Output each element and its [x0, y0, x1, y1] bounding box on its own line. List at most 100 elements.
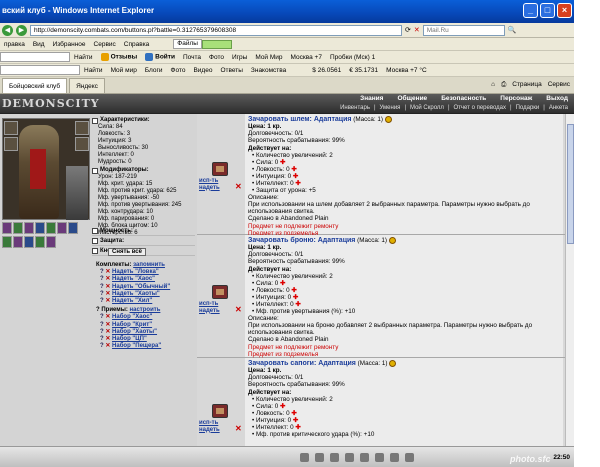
subnav-profile[interactable]: Анкета [549, 105, 568, 111]
tray-icon[interactable] [405, 452, 414, 462]
scroll-thumb[interactable] [567, 124, 574, 244]
mail-button[interactable]: Почта [179, 54, 205, 61]
delete-icon[interactable]: ✕ [105, 343, 110, 349]
find-button[interactable]: Найти [70, 54, 97, 61]
tray-icon[interactable] [390, 452, 399, 462]
weapon-slot[interactable] [4, 121, 18, 135]
delete-icon[interactable]: ✕ [105, 269, 110, 275]
menu-favorites[interactable]: Избранное [49, 41, 90, 48]
dating-link[interactable]: Знакомства [247, 67, 290, 74]
back-icon[interactable]: ◀ [2, 24, 13, 36]
nav-character[interactable]: Персонаж [500, 95, 532, 102]
question-icon[interactable]: ? [100, 314, 104, 320]
files-dropdown[interactable]: Файлы [173, 39, 202, 49]
blogs-link[interactable]: Блоги [141, 67, 167, 74]
photo-link[interactable]: Фото [167, 67, 190, 74]
page-menu[interactable]: Страница [512, 81, 541, 89]
collapse-icon[interactable] [92, 117, 98, 124]
use-link[interactable]: исп-ть надеть [199, 420, 220, 433]
tab-yandex[interactable]: Яндекс [69, 77, 105, 93]
my-world-link[interactable]: Мой мир [107, 67, 141, 74]
mailru-search-box[interactable] [0, 52, 70, 62]
tray-icon[interactable] [315, 452, 324, 462]
collapse-icon[interactable] [92, 227, 98, 234]
delete-icon[interactable]: ✕ [105, 284, 110, 290]
nav-knowledge[interactable]: Знания [360, 95, 383, 102]
refresh-icon[interactable]: ⟳ [405, 26, 411, 34]
plus-icon[interactable]: ✚ [291, 410, 296, 417]
search-input[interactable]: Mail.Ru [422, 24, 505, 36]
leg-armor-slot[interactable] [66, 166, 88, 220]
modifiers-header[interactable]: Модификаторы: [92, 167, 195, 174]
plus-icon[interactable]: ✚ [280, 159, 285, 166]
close-button[interactable]: × [557, 3, 572, 18]
nav-chat[interactable]: Общение [397, 95, 427, 102]
answers-link[interactable]: Ответы [216, 67, 246, 74]
question-icon[interactable]: ? [100, 291, 104, 297]
delete-icon[interactable]: ✕ [105, 298, 110, 304]
stop-icon[interactable]: ✕ [414, 26, 420, 34]
skill-slot[interactable] [68, 222, 78, 234]
photo-button[interactable]: Фото [205, 54, 228, 61]
plus-icon[interactable]: ✚ [291, 166, 296, 173]
question-icon[interactable]: ? [100, 298, 104, 304]
nav-exit[interactable]: Выход [546, 95, 568, 102]
ring-slot[interactable] [4, 137, 18, 151]
delete-icon[interactable]: ✕ [105, 329, 110, 335]
skill-slot[interactable] [57, 222, 67, 234]
skill-slot[interactable] [35, 222, 45, 234]
tray-icon[interactable] [375, 452, 384, 462]
nav-security[interactable]: Безопасность [441, 95, 486, 102]
delete-icon[interactable]: ✕ [105, 314, 110, 320]
menu-view[interactable]: Вид [29, 41, 49, 48]
remove-all-button[interactable]: Снять всё [108, 248, 146, 256]
tray-icon[interactable] [330, 452, 339, 462]
menu-tools[interactable]: Сервис [90, 41, 120, 48]
delete-icon[interactable]: ✕ [105, 322, 110, 328]
item-name[interactable]: Зачаровать шлем: Адаптация [248, 116, 351, 123]
configure-link[interactable]: настроить [130, 307, 161, 313]
skill-slot[interactable] [2, 222, 12, 234]
question-icon[interactable]: ? [100, 336, 104, 342]
plus-icon[interactable]: ✚ [295, 424, 300, 431]
games-button[interactable]: Игры [228, 54, 251, 61]
question-icon[interactable]: ? [100, 329, 104, 335]
question-icon[interactable]: ? [100, 284, 104, 290]
question-icon[interactable]: ? [100, 322, 104, 328]
myworld-button[interactable]: Мой Мир [251, 54, 286, 61]
reviews-button[interactable]: Отзывы [97, 53, 142, 61]
delete-icon[interactable]: ✕ [235, 424, 242, 433]
subnav-skills[interactable]: Умения [380, 105, 401, 111]
yandex-find-button[interactable]: Найти [80, 67, 107, 74]
subnav-scroll[interactable]: Мой Скролл [410, 105, 444, 111]
weather-label[interactable]: Москва +7 [287, 54, 326, 61]
use-link[interactable]: исп-ть надеть [199, 301, 220, 314]
defense-section[interactable]: Защита: [92, 236, 195, 246]
collapse-icon[interactable] [92, 247, 98, 254]
plus-icon[interactable]: ✚ [291, 287, 296, 294]
print-icon[interactable]: ⎙ [501, 81, 506, 89]
traffic-label[interactable]: Пробки (Мск) 1 [326, 54, 379, 61]
helmet-slot[interactable] [75, 121, 89, 135]
tray-icon[interactable] [360, 452, 369, 462]
collapse-icon[interactable] [92, 237, 98, 244]
skill-slot[interactable] [13, 236, 23, 248]
power-section[interactable]: Мощность: [92, 226, 195, 236]
menu-help[interactable]: Справка [120, 41, 154, 48]
tray-icon[interactable] [345, 452, 354, 462]
plus-icon[interactable]: ✚ [293, 417, 298, 424]
plus-icon[interactable]: ✚ [280, 403, 285, 410]
search-icon[interactable]: 🔍 [508, 26, 517, 34]
delete-icon[interactable]: ✕ [105, 336, 110, 342]
delete-icon[interactable]: ✕ [235, 305, 242, 314]
amulet-slot[interactable] [75, 137, 89, 151]
skill-slot[interactable] [35, 236, 45, 248]
delete-icon[interactable]: ✕ [105, 276, 110, 282]
skill-slot[interactable] [24, 222, 34, 234]
subnav-inventory[interactable]: Инвентарь [340, 105, 370, 111]
skill-slot[interactable] [13, 222, 23, 234]
use-link[interactable]: исп-ть надеть [199, 178, 220, 191]
tray-icon[interactable] [300, 452, 309, 462]
maximize-button[interactable]: □ [540, 3, 555, 18]
item-name[interactable]: Зачаровать сапоги: Адаптация [248, 360, 356, 367]
